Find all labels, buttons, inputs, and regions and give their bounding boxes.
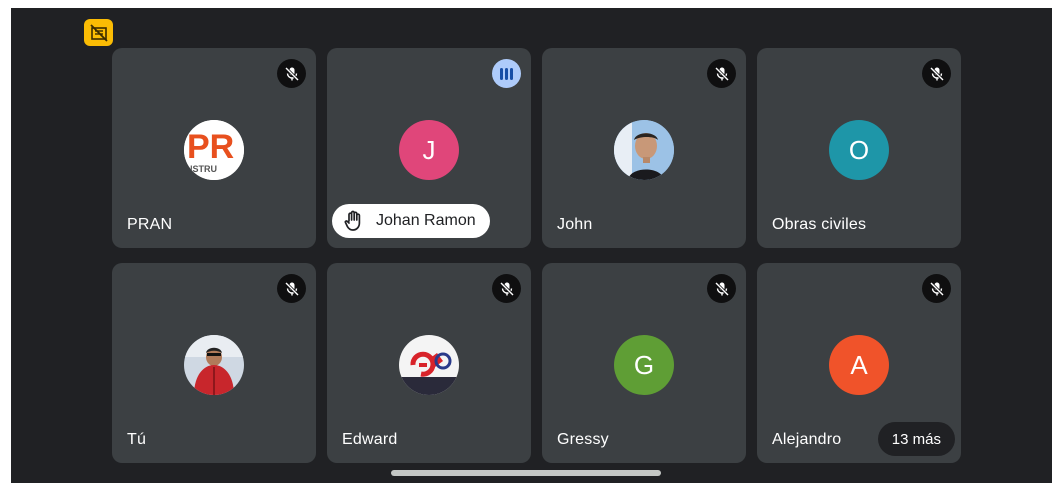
raised-hand-chip[interactable]: Johan Ramon	[332, 204, 490, 238]
participant-name: Obras civiles	[772, 216, 867, 233]
participant-tile[interactable]: J Johan Ramon	[327, 48, 531, 248]
avatar-initial: G	[633, 349, 655, 380]
avatar	[614, 120, 674, 180]
no-video-sync-icon[interactable]	[84, 19, 113, 46]
raised-hand-icon	[344, 210, 361, 231]
more-participants-label: 13 más	[891, 430, 941, 448]
participant-name: Gressy	[557, 431, 609, 448]
avatar-logo-caption: NSTRU	[186, 164, 217, 174]
participant-name: Johan Ramon	[376, 212, 476, 229]
mic-off-icon	[707, 59, 736, 88]
avatar-initial: A	[850, 349, 868, 380]
avatar	[184, 335, 244, 395]
participant-tile[interactable]: Tú	[112, 263, 316, 463]
meeting-grid-screen: PR NSTRU PRAN J Johan Ramon John O Obras…	[11, 8, 1052, 483]
participant-tile[interactable]: G Gressy	[542, 263, 746, 463]
participant-tile[interactable]: Edward	[327, 263, 531, 463]
mic-off-icon	[922, 59, 951, 88]
home-gesture-bar[interactable]	[391, 470, 661, 476]
avatar: J	[399, 120, 459, 180]
mic-off-icon	[277, 59, 306, 88]
avatar: PR NSTRU	[184, 120, 244, 180]
mic-off-icon	[707, 274, 736, 303]
participant-tile[interactable]: A Alejandro 13 más	[757, 263, 961, 463]
speaking-indicator-icon	[492, 59, 521, 88]
participant-tile[interactable]: O Obras civiles	[757, 48, 961, 248]
participant-name: John	[557, 216, 593, 233]
avatar: G	[614, 335, 674, 395]
mic-off-icon	[492, 274, 521, 303]
avatar-logo-letters: PR	[187, 128, 234, 166]
more-participants-chip[interactable]: 13 más	[877, 422, 955, 456]
participant-tile[interactable]: John	[542, 48, 746, 248]
avatar-initial: O	[848, 134, 870, 165]
avatar: O	[829, 120, 889, 180]
participant-name: Alejandro	[772, 431, 842, 448]
avatar-initial: J	[422, 134, 436, 165]
participant-tile[interactable]: PR NSTRU PRAN	[112, 48, 316, 248]
participant-name: PRAN	[127, 216, 173, 233]
mic-off-icon	[277, 274, 306, 303]
participant-name: Tú	[127, 431, 147, 448]
participant-name: Edward	[342, 431, 398, 448]
avatar	[399, 335, 459, 395]
mic-off-icon	[922, 274, 951, 303]
avatar: A	[829, 335, 889, 395]
